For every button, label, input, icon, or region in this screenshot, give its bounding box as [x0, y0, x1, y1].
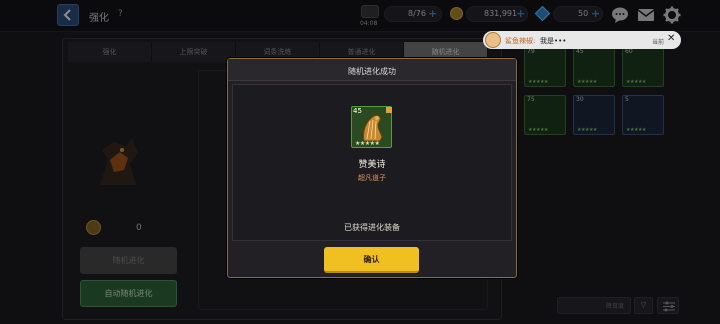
chat-avatar — [485, 32, 501, 48]
evolved-item-stars: ★★★★★ — [355, 140, 380, 147]
chat-message: 我是••• — [540, 37, 567, 45]
evolved-item-name: 赞美诗 — [358, 160, 386, 170]
dialog-title: 随机进化成功 — [348, 67, 396, 76]
chat-close-icon[interactable]: ✕ — [667, 33, 675, 44]
result-message: 已获得进化装备 — [344, 223, 400, 232]
evolved-item-level: 45 — [353, 107, 362, 115]
chat-channel[interactable]: 当前 — [652, 37, 664, 46]
confirm-button[interactable]: 确认 — [324, 247, 419, 273]
chat-sender-name: 鲨鱼辣椒: — [505, 37, 536, 45]
item-rarity-corner — [386, 107, 392, 113]
evolved-item-rarity: 超凡道子 — [358, 174, 386, 182]
